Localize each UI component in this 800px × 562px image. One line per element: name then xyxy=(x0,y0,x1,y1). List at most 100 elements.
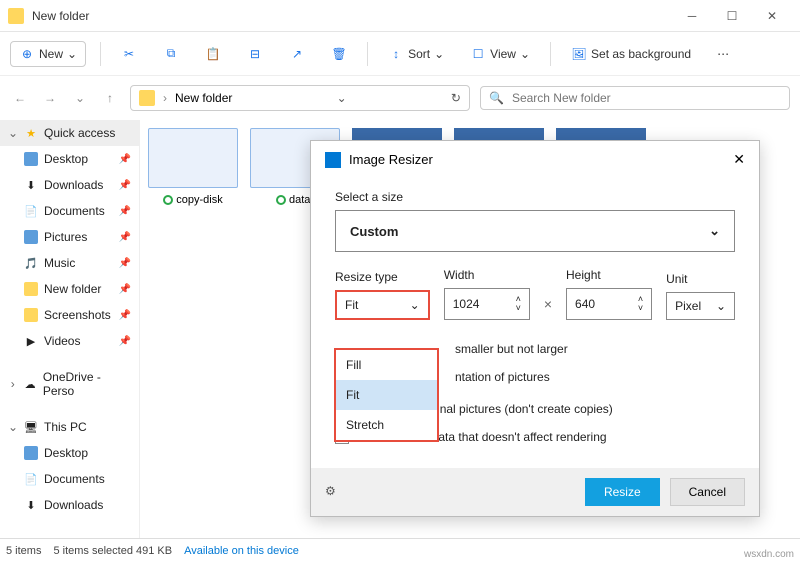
sidebar-item-pictures[interactable]: Pictures📌 xyxy=(0,224,139,250)
sort-button[interactable]: ↕ Sort ⌄ xyxy=(382,42,450,66)
resize-type-dropdown: Fill Fit Stretch xyxy=(334,348,439,442)
stepper-icon[interactable]: ˄˅ xyxy=(516,295,521,313)
rename-button[interactable]: ⊟ xyxy=(241,42,269,66)
dialog-footer: ⚙ Resize Cancel xyxy=(311,468,759,516)
sidebar-item-screenshots[interactable]: Screenshots 📌 xyxy=(0,302,139,328)
sidebar-item-pc-desktop[interactable]: Desktop xyxy=(0,440,139,466)
sidebar-label: Documents xyxy=(44,204,105,218)
resize-type-select[interactable]: Fit ⌄ xyxy=(335,290,430,320)
refresh-button[interactable]: ↻ xyxy=(451,91,461,105)
sidebar-item-this-pc[interactable]: ⌄ 🖥 This PC xyxy=(0,414,139,440)
width-label: Width xyxy=(444,268,530,282)
chevron-down-icon[interactable]: ⌄ xyxy=(70,91,90,105)
view-label: View xyxy=(490,47,516,61)
sidebar-item-quick-access[interactable]: ⌄ ★ Quick access xyxy=(0,120,139,146)
pin-icon: 📌 xyxy=(119,310,131,321)
sidebar-item-pc-documents[interactable]: 📄 Documents xyxy=(0,466,139,492)
chevron-down-icon: ⌄ xyxy=(520,47,530,61)
dialog-close-button[interactable]: ✕ xyxy=(733,151,745,168)
button-bar: Resize Cancel xyxy=(585,478,745,506)
search-box[interactable]: 🔍 xyxy=(480,86,790,110)
sidebar-item-desktop[interactable]: Desktop📌 xyxy=(0,146,139,172)
pin-icon: 📌 xyxy=(119,206,131,217)
unit-label: Unit xyxy=(666,272,735,286)
sidebar-item-documents[interactable]: 📄 Documents 📌 xyxy=(0,198,139,224)
cut-button[interactable]: ✂ xyxy=(115,42,143,66)
back-button[interactable]: ← xyxy=(10,91,30,105)
document-icon: 📄 xyxy=(24,472,38,486)
chevron-down-icon: ⌄ xyxy=(716,299,726,313)
set-background-button[interactable]: 🖼 Set as background xyxy=(565,42,697,66)
minimize-button[interactable]: ─ xyxy=(672,2,712,30)
sidebar-item-onedrive[interactable]: ›☁OneDrive - Perso xyxy=(0,364,139,404)
folder-icon xyxy=(24,308,38,322)
new-button[interactable]: ⊕ New ⌄ xyxy=(10,41,86,67)
select-size-label: Select a size xyxy=(335,190,735,204)
sidebar-label: Downloads xyxy=(44,498,103,512)
height-label: Height xyxy=(566,268,652,282)
download-icon: ⬇ xyxy=(24,178,38,192)
sidebar-item-downloads[interactable]: ⬇Downloads📌 xyxy=(0,172,139,198)
dialog-title: Image Resizer xyxy=(349,152,725,167)
sidebar-label: Music xyxy=(44,256,75,270)
sidebar-label: OneDrive - Perso xyxy=(43,370,131,398)
view-button[interactable]: ☐ View ⌄ xyxy=(464,42,536,66)
sort-icon: ↕ xyxy=(388,46,404,62)
music-icon: 🎵 xyxy=(24,256,38,270)
width-input[interactable]: 1024 ˄˅ xyxy=(444,288,530,320)
paste-button[interactable]: 📋 xyxy=(199,42,227,66)
dropdown-option-fit[interactable]: Fit xyxy=(336,380,437,410)
up-button[interactable]: ↑ xyxy=(100,91,120,105)
pin-icon: 📌 xyxy=(119,180,131,191)
maximize-button[interactable]: ☐ xyxy=(712,2,752,30)
chevron-down-icon: ⌄ xyxy=(8,420,18,434)
sidebar-item-new-folder[interactable]: New folder📌 xyxy=(0,276,139,302)
separator xyxy=(550,42,551,66)
sidebar-label: Quick access xyxy=(44,126,115,140)
unit-value: Pixel xyxy=(675,299,716,313)
cancel-button[interactable]: Cancel xyxy=(670,478,745,506)
folder-icon xyxy=(139,90,155,106)
sidebar-label: Desktop xyxy=(44,446,88,460)
sidebar-label: New folder xyxy=(44,282,101,296)
unit-select[interactable]: Pixel ⌄ xyxy=(666,292,735,320)
copy-button[interactable]: ⧉ xyxy=(157,42,185,66)
more-button[interactable]: ⋯ xyxy=(711,43,735,65)
sidebar-item-videos[interactable]: ▶Videos📌 xyxy=(0,328,139,354)
address-bar[interactable]: › New folder ⌄ ↻ xyxy=(130,85,470,111)
new-label: New xyxy=(39,47,63,61)
sidebar-label: This PC xyxy=(44,420,87,434)
search-input[interactable] xyxy=(512,91,781,105)
chevron-down-icon[interactable]: ⌄ xyxy=(337,91,347,105)
status-availability: Available on this device xyxy=(184,545,299,557)
thumbnail xyxy=(148,128,238,188)
forward-button[interactable]: → xyxy=(40,91,60,105)
settings-button[interactable]: ⚙ xyxy=(325,484,341,500)
file-item[interactable]: copy-disk xyxy=(148,128,238,206)
sidebar-item-music[interactable]: 🎵 Music 📌 xyxy=(0,250,139,276)
view-icon: ☐ xyxy=(470,46,486,62)
delete-button[interactable]: 🗑 xyxy=(325,42,353,66)
dropdown-option-stretch[interactable]: Stretch xyxy=(336,410,437,440)
resize-button[interactable]: Resize xyxy=(585,478,660,506)
times-icon: × xyxy=(544,296,552,312)
stepper-icon[interactable]: ˄˅ xyxy=(638,295,643,313)
resize-type-value: Fit xyxy=(345,298,410,312)
share-button[interactable]: ↗ xyxy=(283,42,311,66)
height-input[interactable]: 640 ˄˅ xyxy=(566,288,652,320)
document-icon: 📄 xyxy=(24,204,38,218)
close-button[interactable]: ✕ xyxy=(752,2,792,30)
dimensions-row: Resize type Fit ⌄ Width 1024 ˄˅ × Height… xyxy=(335,268,735,320)
app-icon xyxy=(325,152,341,168)
sidebar-item-pc-downloads[interactable]: ⬇Downloads xyxy=(0,492,139,518)
pc-icon: 🖥 xyxy=(24,420,38,434)
sidebar-label: Documents xyxy=(44,472,105,486)
size-select[interactable]: Custom ⌄ xyxy=(335,210,735,252)
dropdown-option-fill[interactable]: Fill xyxy=(336,350,437,380)
sidebar-label: Screenshots xyxy=(44,308,111,322)
height-value: 640 xyxy=(575,297,638,311)
pin-icon: 📌 xyxy=(119,258,131,269)
search-icon: 🔍 xyxy=(489,91,504,105)
chevron-down-icon: ⌄ xyxy=(434,47,444,61)
chevron-down-icon: ⌄ xyxy=(8,126,18,140)
